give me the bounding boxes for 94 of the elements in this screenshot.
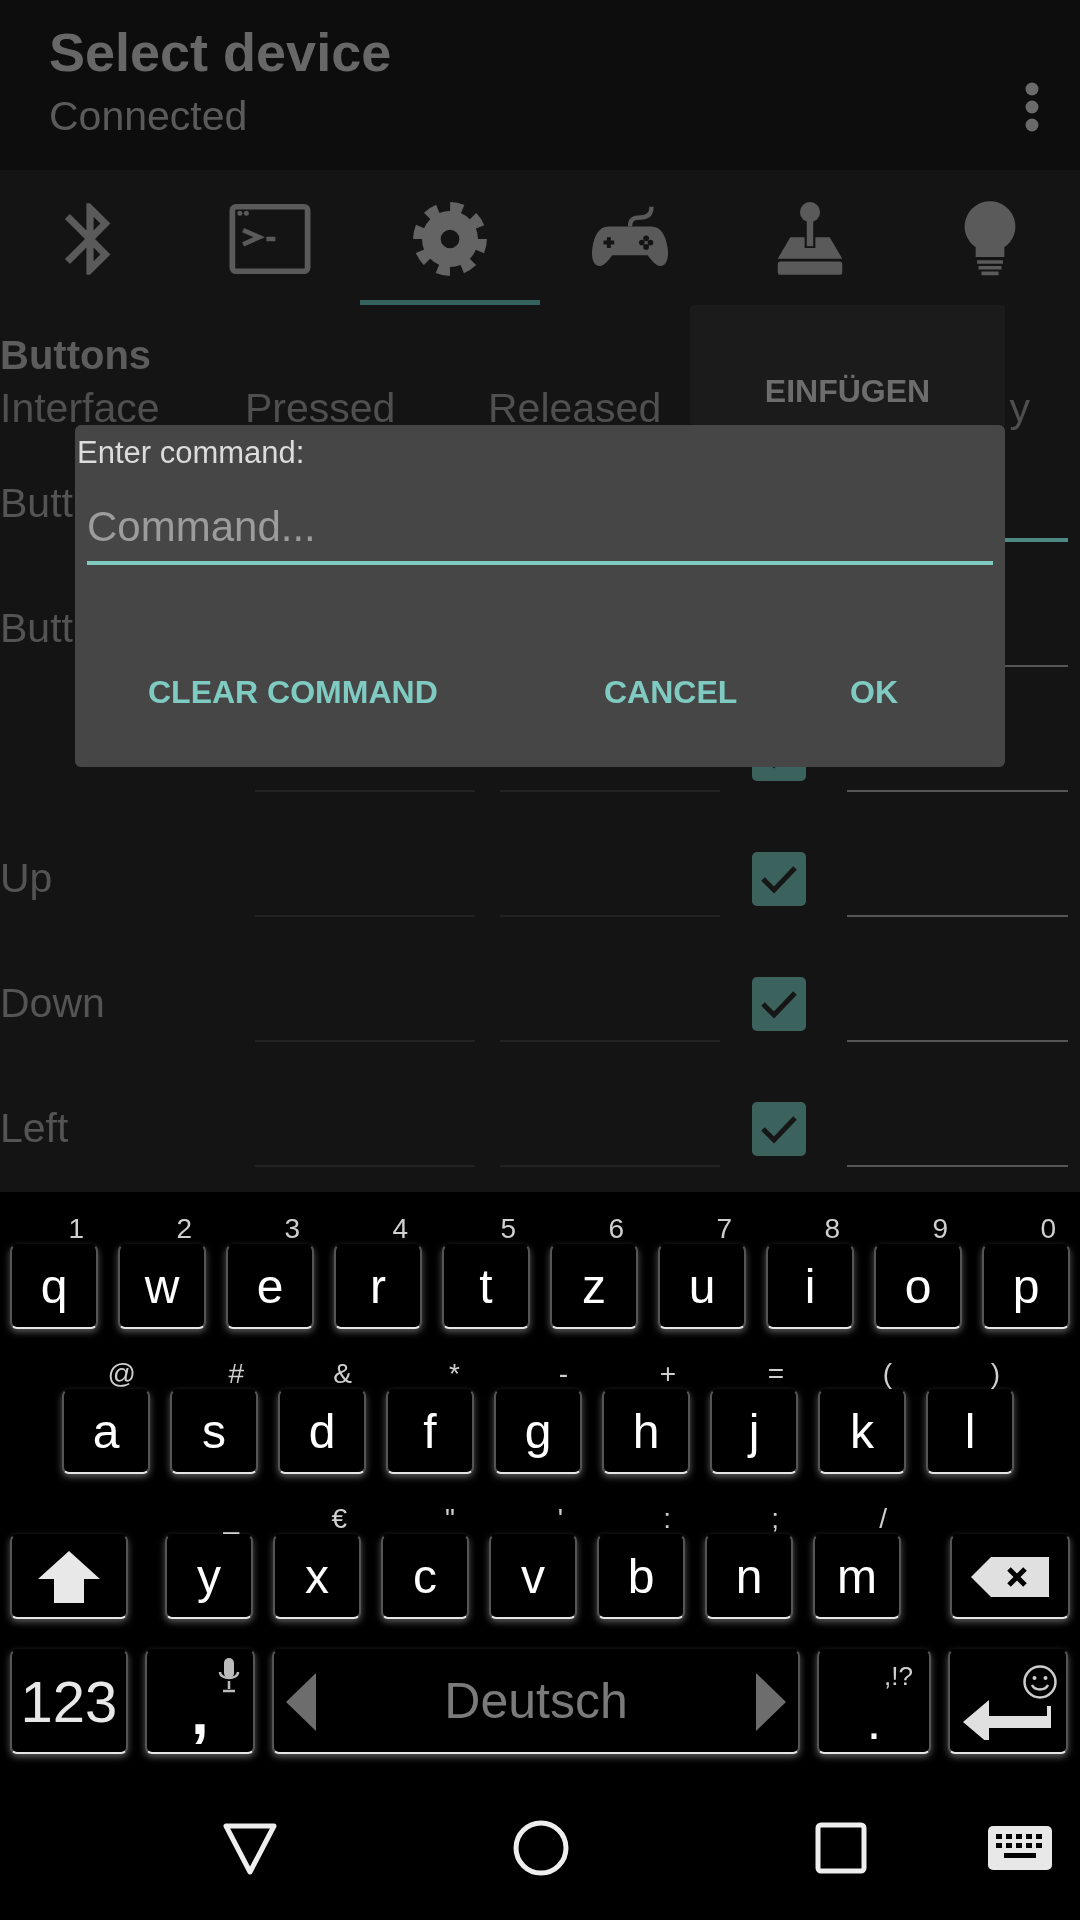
row-label: Butt bbox=[0, 603, 73, 653]
home-icon[interactable] bbox=[513, 1819, 569, 1876]
key[interactable]: l bbox=[926, 1389, 1014, 1474]
key-hint: ) bbox=[990, 1359, 1001, 1389]
more-options-icon[interactable] bbox=[1024, 82, 1040, 132]
key-hint: & bbox=[333, 1359, 353, 1389]
key-hint: 5 bbox=[500, 1214, 517, 1244]
key[interactable]: c bbox=[381, 1534, 469, 1619]
shift-icon bbox=[36, 1548, 102, 1605]
key-hint: 9 bbox=[932, 1214, 949, 1244]
key[interactable]: p bbox=[982, 1244, 1070, 1329]
right-arrow-icon bbox=[756, 1672, 786, 1731]
checkbox[interactable] bbox=[752, 851, 806, 906]
key[interactable]: y bbox=[165, 1534, 253, 1619]
key-hint: 2 bbox=[176, 1214, 193, 1244]
checkbox[interactable] bbox=[752, 1101, 806, 1156]
enter-icon bbox=[963, 1699, 1053, 1740]
key-hint: # bbox=[228, 1359, 245, 1389]
keyboard-language: Deutsch bbox=[444, 1672, 628, 1731]
key-hint: 1 bbox=[68, 1214, 85, 1244]
key[interactable]: z bbox=[550, 1244, 638, 1329]
key[interactable]: f bbox=[386, 1389, 474, 1474]
microphone-icon bbox=[217, 1657, 241, 1695]
keyboard-icon[interactable] bbox=[988, 1825, 1052, 1870]
key[interactable]: j bbox=[710, 1389, 798, 1474]
key-hint: + bbox=[659, 1359, 677, 1389]
key-hint: 0 bbox=[1040, 1214, 1057, 1244]
key-hint: = bbox=[767, 1359, 785, 1389]
row-label: Down bbox=[0, 978, 105, 1028]
key-label: , bbox=[191, 1674, 209, 1750]
key[interactable]: h bbox=[602, 1389, 690, 1474]
key-hint: ' bbox=[557, 1504, 564, 1534]
key[interactable]: g bbox=[494, 1389, 582, 1474]
key[interactable]: i bbox=[766, 1244, 854, 1329]
key[interactable]: a bbox=[62, 1389, 150, 1474]
key-hint: 8 bbox=[824, 1214, 841, 1244]
key[interactable]: d bbox=[278, 1389, 366, 1474]
key[interactable]: v bbox=[489, 1534, 577, 1619]
smiley-icon bbox=[1022, 1663, 1058, 1700]
key[interactable]: , bbox=[145, 1649, 255, 1754]
key-hint: _ bbox=[223, 1504, 241, 1534]
key-hint: " bbox=[445, 1504, 456, 1534]
key-hint: ; bbox=[771, 1504, 780, 1534]
row-label: Butt bbox=[0, 478, 73, 528]
key-hint: 3 bbox=[284, 1214, 301, 1244]
command-field[interactable]: Command... bbox=[87, 493, 993, 565]
key-hint: ,!? bbox=[884, 1660, 913, 1693]
checkbox[interactable] bbox=[752, 976, 806, 1031]
dialog-button[interactable]: CANCEL bbox=[604, 668, 738, 716]
backspace-icon bbox=[969, 1554, 1051, 1599]
recents-icon[interactable] bbox=[815, 1821, 867, 1874]
section-title: Buttons bbox=[0, 335, 152, 375]
key-hint: : bbox=[663, 1504, 672, 1534]
key[interactable]: x bbox=[273, 1534, 361, 1619]
key-hint: 6 bbox=[608, 1214, 625, 1244]
key[interactable]: w bbox=[118, 1244, 206, 1329]
key-hint: 4 bbox=[392, 1214, 409, 1244]
key[interactable]: e bbox=[226, 1244, 314, 1329]
key[interactable]: s bbox=[170, 1389, 258, 1474]
screen-title: Select device bbox=[49, 22, 392, 82]
key[interactable]: u bbox=[658, 1244, 746, 1329]
key[interactable]: b bbox=[597, 1534, 685, 1619]
column-header: y bbox=[1009, 383, 1030, 433]
row-label: Left bbox=[0, 1103, 69, 1153]
key-hint: @ bbox=[107, 1359, 137, 1389]
key[interactable]: 123 bbox=[10, 1649, 128, 1754]
key[interactable] bbox=[948, 1649, 1068, 1754]
key[interactable] bbox=[950, 1534, 1070, 1619]
key-hint: - bbox=[558, 1359, 569, 1389]
column-header: Released bbox=[488, 383, 662, 433]
key-hint: * bbox=[449, 1359, 461, 1389]
key-label: . bbox=[866, 1696, 882, 1746]
column-header: Interface bbox=[0, 383, 161, 433]
connection-status: Connected bbox=[49, 92, 249, 141]
key-hint: ( bbox=[882, 1359, 893, 1389]
left-arrow-icon bbox=[286, 1672, 316, 1731]
key-hint: € bbox=[331, 1504, 348, 1534]
column-header: Pressed bbox=[245, 383, 397, 433]
key[interactable]: q bbox=[10, 1244, 98, 1329]
key-hint: / bbox=[879, 1504, 888, 1534]
key[interactable]: k bbox=[818, 1389, 906, 1474]
key[interactable]: r bbox=[334, 1244, 422, 1329]
key-hint: 7 bbox=[716, 1214, 733, 1244]
row-label: Up bbox=[0, 853, 53, 903]
dialog-button[interactable]: OK bbox=[850, 668, 898, 716]
key[interactable]: ,!? . bbox=[817, 1649, 931, 1754]
key[interactable]: n bbox=[705, 1534, 793, 1619]
key[interactable]: Deutsch bbox=[272, 1649, 800, 1754]
key[interactable] bbox=[10, 1534, 128, 1619]
key[interactable]: m bbox=[813, 1534, 901, 1619]
dialog-button[interactable]: CLEAR COMMAND bbox=[148, 668, 438, 716]
key[interactable]: t bbox=[442, 1244, 530, 1329]
key[interactable]: o bbox=[874, 1244, 962, 1329]
dialog-prompt: Enter command: bbox=[77, 435, 305, 471]
